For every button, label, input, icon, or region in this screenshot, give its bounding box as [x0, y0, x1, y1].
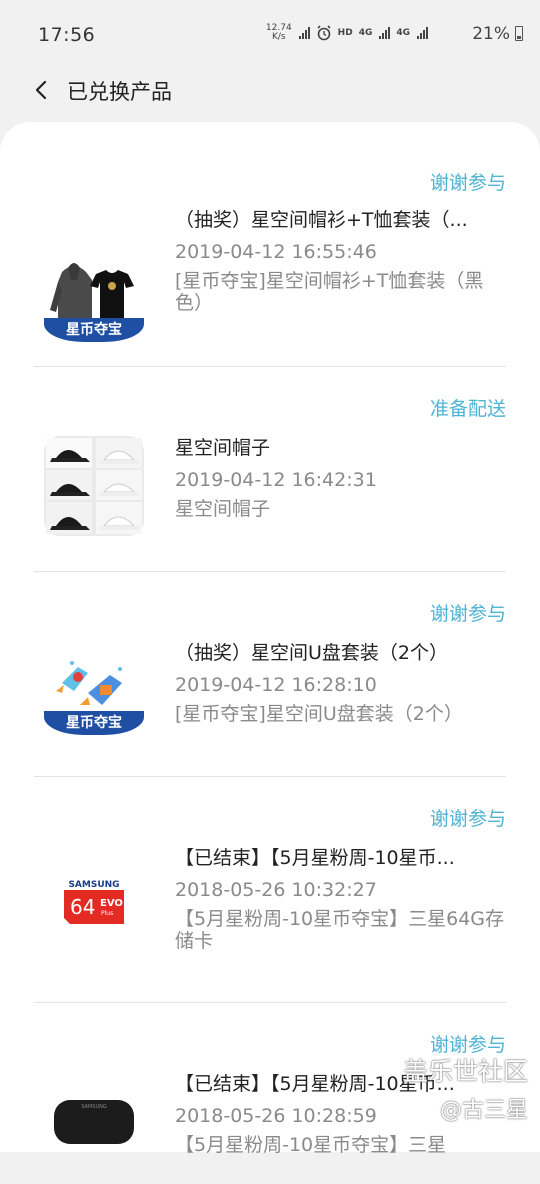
product-description: [星币夺宝]星空间U盘套装（2个） [175, 703, 463, 725]
order-status[interactable]: 准备配送 [430, 394, 506, 421]
product-thumbnail [44, 436, 144, 536]
product-thumbnail: SAMSUNG 64 EVO Plus [44, 852, 144, 952]
order-item[interactable]: 谢谢参与 SAMSUNG 64 EVO Plus 【已结束】【5月星粉周-10星… [34, 804, 506, 1002]
battery-icon [515, 26, 523, 41]
watermark-site: 盖乐世社区 [402, 1057, 528, 1086]
product-thumbnail: 星币夺宝 [44, 250, 144, 350]
order-status[interactable]: 谢谢参与 [430, 599, 506, 626]
divider [34, 1002, 506, 1003]
card-line-text: EVO [100, 898, 123, 909]
speaker-image: SAMSUNG [54, 1100, 134, 1144]
order-item[interactable]: 谢谢参与 星币夺宝 （抽奖）星空间U盘套装（2个） 2019-04-12 16:… [34, 599, 506, 777]
order-info: 星空间帽子 2019-04-12 16:42:31 星空间帽子 [175, 436, 507, 520]
product-description: [星币夺宝]星空间帽衫+T恤套装（黑色） [175, 270, 484, 314]
product-description: 【5月星粉周-10星币夺宝】三星 [175, 1134, 447, 1156]
back-button[interactable] [26, 72, 56, 108]
order-info: （抽奖）星空间帽衫+T恤套装（... 2019-04-12 16:55:46 [… [175, 208, 507, 314]
network-type-1: 4G [358, 28, 373, 38]
card-brand-text: SAMSUNG [68, 880, 119, 890]
signal-icon-2 [417, 27, 428, 39]
product-name: （抽奖）星空间帽衫+T恤套装（... [175, 209, 468, 231]
product-name: 【已结束】【5月星粉周-10星币... [175, 847, 455, 869]
order-date: 2019-04-12 16:55:46 [175, 241, 377, 263]
battery-percent: 21% [472, 24, 510, 44]
card-sub-text: Plus [101, 910, 113, 917]
order-list-card: 谢谢参与 星币夺宝 （抽奖）星空间帽衫+T恤套装（... 2019-04-12 … [0, 122, 540, 1156]
watermark-user: @古三星 [439, 1098, 528, 1123]
order-date: 2019-04-12 16:42:31 [175, 469, 377, 491]
divider [34, 571, 506, 572]
divider [34, 776, 506, 777]
hd-label: HD [337, 28, 353, 38]
product-description: 星空间帽子 [175, 498, 271, 520]
order-item[interactable]: 准备配送 星空间帽子 2019-04-12 16:42:31 星空间帽子 [34, 394, 506, 572]
product-name: 星空间帽子 [175, 437, 271, 459]
network-speed: 12.74 K/s [265, 23, 292, 42]
signal-icon-1 [379, 27, 391, 39]
order-status[interactable]: 谢谢参与 [430, 804, 506, 831]
order-date: 2019-04-12 16:28:10 [175, 674, 377, 696]
divider [34, 366, 506, 367]
page-title: 已兑换产品 [67, 80, 172, 104]
order-info: 【已结束】【5月星粉周-10星币... 2018-05-26 10:32:27 … [175, 846, 507, 952]
product-thumbnail: 星币夺宝 [44, 643, 144, 743]
network-activity-icon [298, 27, 310, 39]
caps-image [44, 436, 144, 536]
order-item[interactable]: 谢谢参与 SAMSUNG 【已结束】【5月星粉周-10星币... 2018-05… [34, 1030, 506, 1170]
sd-card-image: SAMSUNG 64 EVO Plus [64, 878, 124, 924]
product-thumbnail: SAMSUNG [44, 1084, 144, 1184]
status-icons: 12.74 K/s HD 4G 4G [266, 24, 428, 42]
order-item[interactable]: 谢谢参与 星币夺宝 （抽奖）星空间帽衫+T恤套装（... 2019-04-12 … [34, 168, 506, 366]
order-info: （抽奖）星空间U盘套装（2个） 2019-04-12 16:28:10 [星币夺… [175, 641, 507, 725]
product-description: 【5月星粉周-10星币夺宝】三星64G存储卡 [175, 908, 505, 952]
chevron-left-icon [35, 80, 47, 100]
order-status[interactable]: 谢谢参与 [430, 168, 506, 195]
alarm-icon [317, 25, 331, 41]
network-type-2: 4G [396, 28, 410, 38]
card-size-text: 64 [70, 895, 95, 919]
speaker-brand-text: SAMSUNG [81, 1104, 107, 1110]
product-name: （抽奖）星空间U盘套装（2个） [175, 642, 448, 664]
app-bar: 已兑换产品 [0, 62, 540, 122]
status-bar: 17:56 12.74 K/s HD 4G 4G 21% [0, 0, 540, 62]
status-time: 17:56 [38, 24, 96, 46]
order-date: 2018-05-26 10:32:27 [175, 879, 377, 901]
